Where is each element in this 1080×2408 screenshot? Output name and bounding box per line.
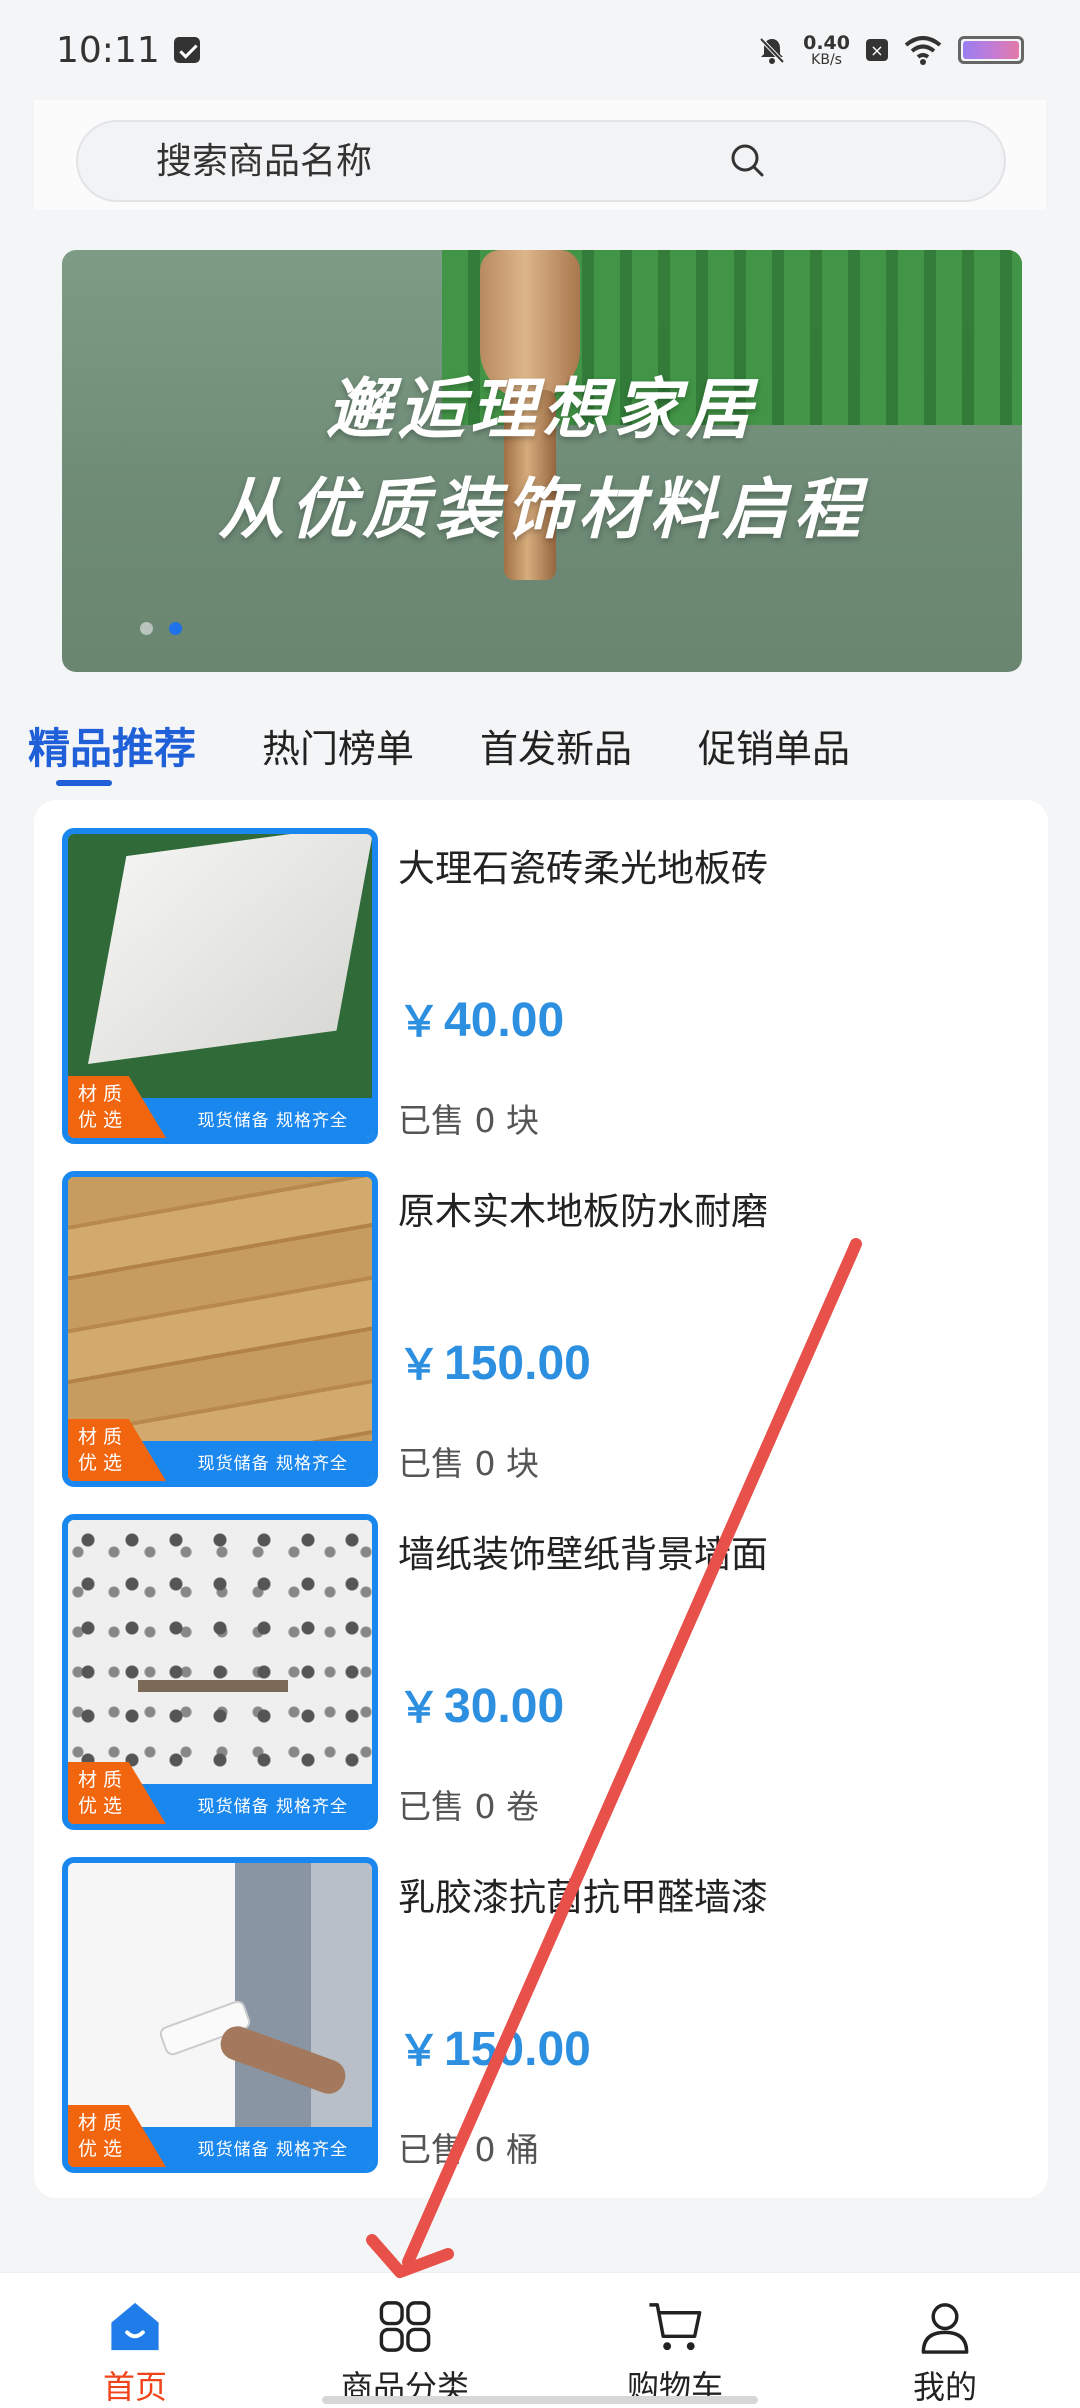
nav-cart[interactable]: 购物车 [540, 2273, 810, 2408]
product-price: ￥150.00 [398, 2017, 591, 2078]
product-card[interactable]: 现货储备 规格齐全 材 质 优 选 大理石瓷砖柔光地板砖 ￥40.00 已售 0… [62, 828, 1022, 1146]
sold-count: 已售 0 块 [398, 1101, 539, 1140]
bottom-navigation: 首页 商品分类 购物车 我的 [0, 2272, 1080, 2408]
price-value: 150.00 [444, 1337, 591, 1390]
status-bar: 10:11 0.40 KB/s × [0, 0, 1080, 100]
network-speed-unit: KB/s [811, 51, 842, 68]
product-name[interactable]: 大理石瓷砖柔光地板砖 [398, 838, 768, 892]
tab-promotions[interactable]: 促销单品 [698, 710, 850, 781]
product-image[interactable]: 现货储备 规格齐全 材 质 优 选 [62, 828, 378, 1144]
battery-icon [958, 36, 1024, 64]
price-value: 30.00 [444, 1680, 565, 1733]
status-time: 10:11 [56, 29, 160, 71]
nav-home[interactable]: 首页 [0, 2273, 270, 2408]
product-image[interactable]: 现货储备 规格齐全 材 质 优 选 [62, 1857, 378, 2173]
active-tab-indicator [56, 780, 112, 786]
no-sim-icon: × [866, 39, 888, 61]
product-price: ￥150.00 [398, 1331, 591, 1392]
banner-slogan: 邂逅理想家居 从优质装饰材料启程 [62, 360, 1022, 560]
banner-slogan-line2: 从优质装饰材料启程 [218, 471, 866, 548]
search-input[interactable] [156, 140, 728, 182]
home-icon[interactable] [105, 2297, 165, 2356]
product-image[interactable]: 现货储备 规格齐全 材 质 优 选 [62, 1514, 378, 1830]
search-area [34, 100, 1046, 210]
currency-symbol: ￥ [398, 1341, 441, 1388]
product-image[interactable]: 现货储备 规格齐全 材 质 优 选 [62, 1171, 378, 1487]
category-tabs: 精品推荐 热门榜单 首发新品 促销单品 [28, 700, 1048, 790]
tab-featured[interactable]: 精品推荐 [28, 707, 196, 784]
sold-count: 已售 0 桶 [398, 2130, 539, 2169]
tab-new-arrivals[interactable]: 首发新品 [480, 710, 632, 781]
product-card[interactable]: 现货储备 规格齐全 材 质 优 选 原木实木地板防水耐磨 ￥150.00 已售 … [62, 1171, 1022, 1489]
nav-profile[interactable]: 我的 [810, 2273, 1080, 2408]
message-notification-icon [173, 37, 200, 63]
product-name[interactable]: 原木实木地板防水耐磨 [398, 1181, 768, 1235]
product-name[interactable]: 乳胶漆抗菌抗甲醛墙漆 [398, 1867, 768, 1921]
sold-count: 已售 0 块 [398, 1444, 539, 1483]
nav-profile-label[interactable]: 我的 [913, 2362, 977, 2408]
product-name[interactable]: 墙纸装饰壁纸背景墙面 [398, 1524, 768, 1578]
search-bar[interactable] [76, 120, 1006, 202]
product-card[interactable]: 现货储备 规格齐全 材 质 优 选 墙纸装饰壁纸背景墙面 ￥30.00 已售 0… [62, 1514, 1022, 1832]
tab-hot-list[interactable]: 热门榜单 [262, 710, 414, 781]
currency-symbol: ￥ [398, 1684, 441, 1731]
wood-floor-photo [68, 1177, 372, 1443]
wifi-icon [904, 36, 942, 65]
banner-dot-active[interactable] [169, 622, 182, 635]
banner-dot[interactable] [140, 622, 153, 635]
network-speed-value: 0.40 [803, 31, 850, 54]
currency-symbol: ￥ [398, 2027, 441, 2074]
nav-categories[interactable]: 商品分类 [270, 2273, 540, 2408]
sold-count: 已售 0 卷 [398, 1787, 539, 1826]
cart-icon[interactable] [645, 2297, 705, 2356]
mute-bell-icon [759, 37, 785, 64]
search-icon[interactable] [728, 141, 768, 181]
product-card[interactable]: 现货储备 规格齐全 材 质 优 选 乳胶漆抗菌抗甲醛墙漆 ￥150.00 已售 … [62, 1857, 1022, 2175]
product-price: ￥30.00 [398, 1674, 564, 1735]
status-indicators: 0.40 KB/s × [757, 31, 1024, 68]
wallpaper-photo [68, 1520, 372, 1786]
marble-tile-photo [68, 834, 372, 1100]
nav-home-label[interactable]: 首页 [103, 2362, 167, 2408]
price-value: 40.00 [444, 994, 565, 1047]
banner-slogan-line1: 邂逅理想家居 [326, 371, 758, 448]
promo-banner[interactable]: 邂逅理想家居 从优质装饰材料启程 [62, 250, 1022, 672]
product-price: ￥40.00 [398, 988, 564, 1049]
user-icon[interactable] [915, 2297, 975, 2356]
wall-paint-photo [68, 1863, 372, 2129]
price-value: 150.00 [444, 2023, 591, 2076]
currency-symbol: ￥ [398, 998, 441, 1045]
gesture-home-bar[interactable] [322, 2396, 758, 2404]
product-list: 现货储备 规格齐全 材 质 优 选 大理石瓷砖柔光地板砖 ￥40.00 已售 0… [34, 800, 1048, 2198]
category-grid-icon[interactable] [375, 2297, 435, 2356]
network-speed: 0.40 KB/s [803, 31, 850, 68]
banner-pagination [140, 622, 182, 635]
